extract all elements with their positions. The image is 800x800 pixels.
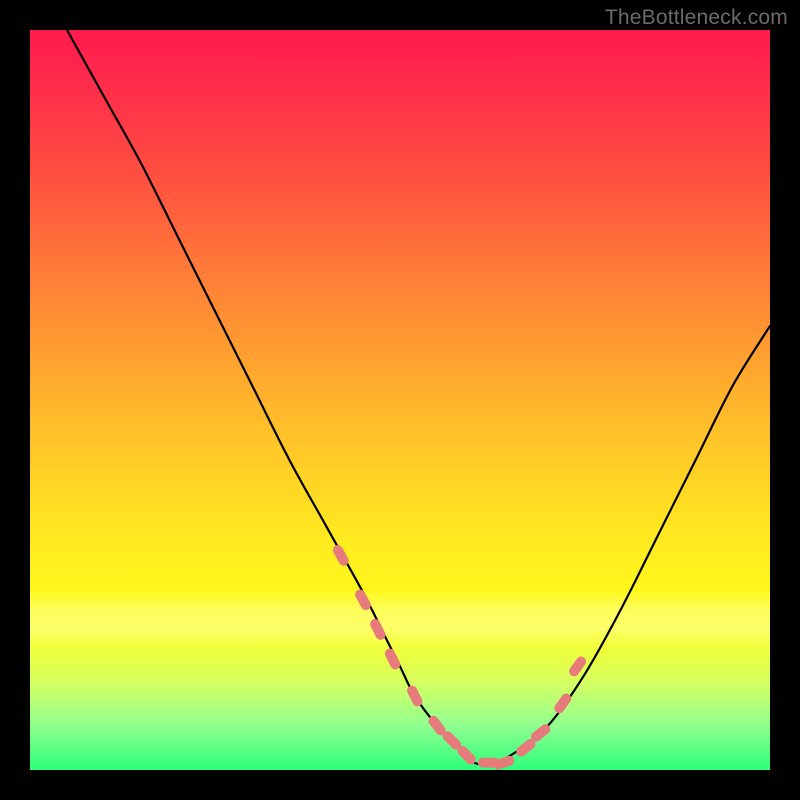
curve-layer xyxy=(67,30,770,764)
chart-svg xyxy=(30,30,770,770)
marker-point xyxy=(492,754,516,770)
marker-point xyxy=(368,617,387,641)
marker-point xyxy=(383,647,402,671)
marker-layer xyxy=(331,543,588,770)
marker-point xyxy=(353,588,372,612)
watermark-label: TheBottleneck.com xyxy=(605,6,788,30)
chart-frame: TheBottleneck.com xyxy=(0,0,800,800)
marker-point xyxy=(405,684,424,708)
bottleneck-curve xyxy=(67,30,770,764)
